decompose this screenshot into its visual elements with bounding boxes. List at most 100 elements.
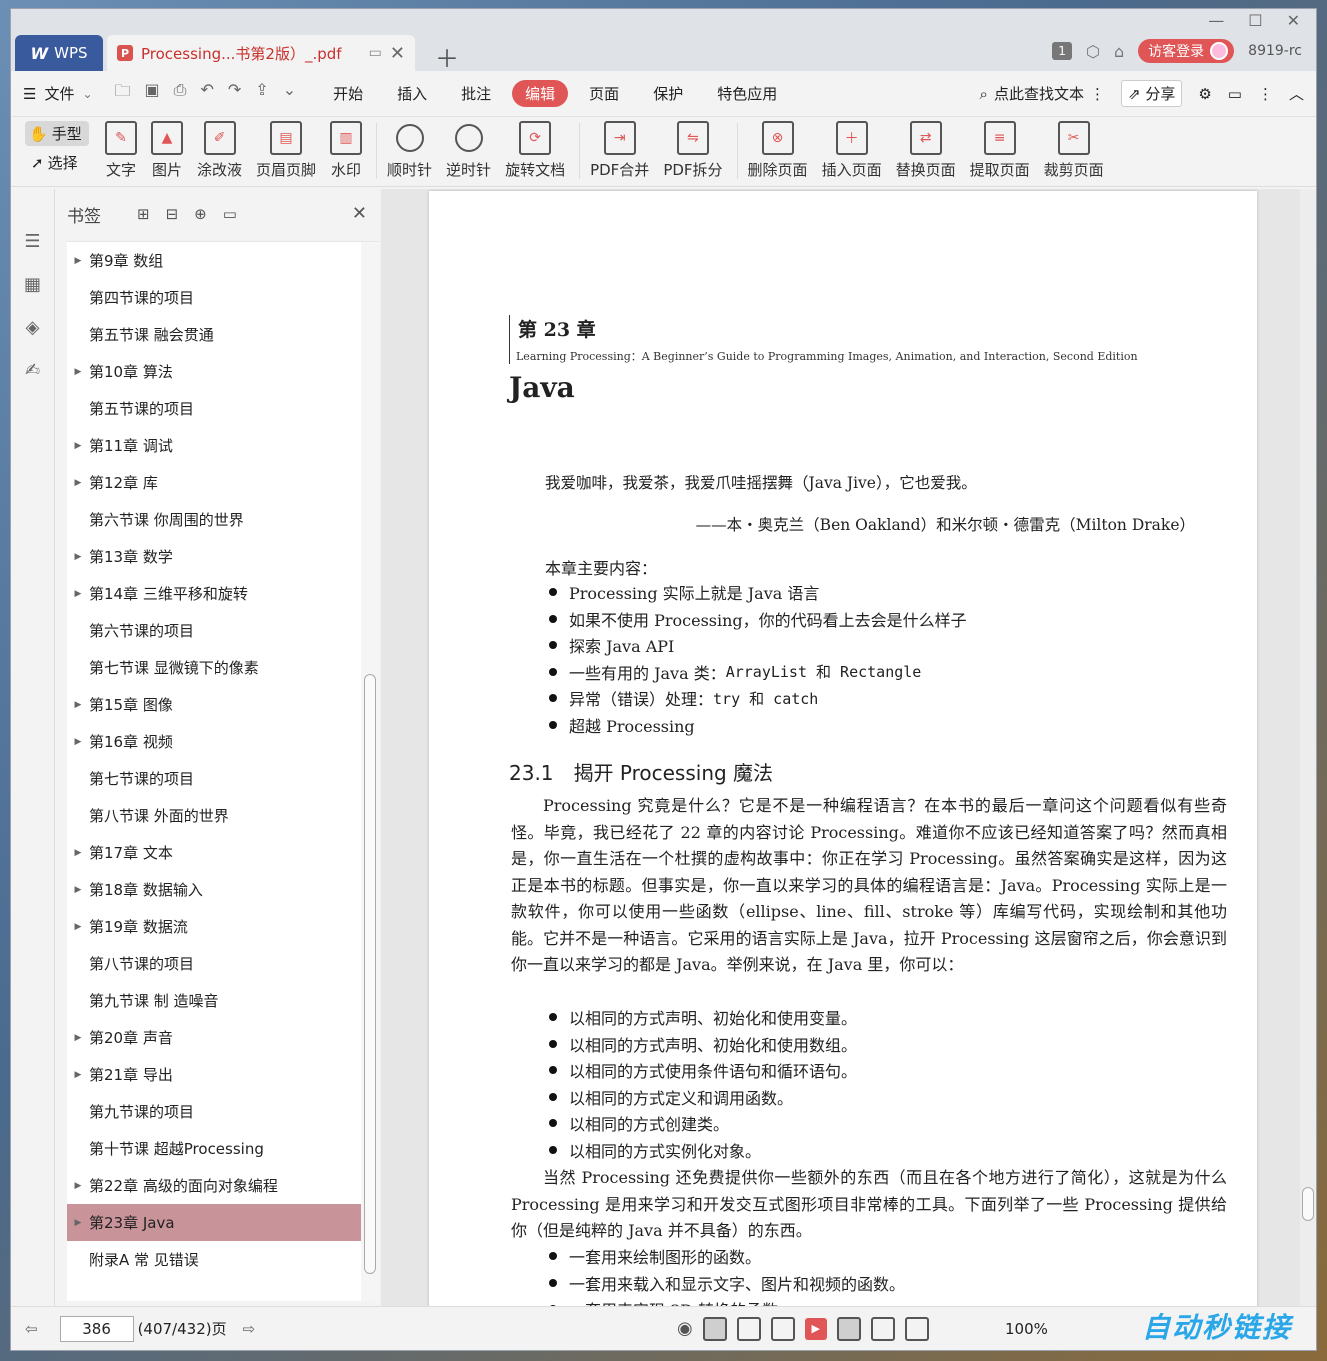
document-scrollbar[interactable]: [1300, 189, 1316, 1306]
play-icon[interactable]: ▶: [804, 1317, 827, 1340]
bookmark-item[interactable]: 第八节课的项目: [67, 945, 361, 982]
tab-edit[interactable]: 编辑: [512, 80, 569, 107]
select-tool-button[interactable]: ➚ 选择: [25, 152, 105, 173]
open-folder-icon[interactable]: 🗀: [115, 80, 131, 107]
pdf-merge-button[interactable]: ⇥ PDF合并: [590, 121, 649, 180]
bookmark-item[interactable]: ▶ 第16章 视频: [67, 723, 361, 760]
bookmark-item[interactable]: 第七节课 显微镜下的像素: [67, 649, 361, 686]
document-scrollbar-thumb[interactable]: [1302, 1187, 1314, 1221]
expand-caret-icon[interactable]: ▶: [67, 737, 89, 747]
bookmark-item[interactable]: 第八节课 外面的世界: [67, 797, 361, 834]
expand-caret-icon[interactable]: ▶: [67, 441, 89, 451]
more-dropdown-icon[interactable]: ⌄: [283, 80, 296, 107]
bookmark-item[interactable]: ▶ 第9章 数组: [67, 242, 361, 279]
bookmark-list-icon[interactable]: ☰: [24, 231, 40, 252]
window-count-badge[interactable]: 1: [1052, 42, 1073, 60]
close-tab-icon[interactable]: ✕: [390, 43, 405, 64]
new-tab-button[interactable]: ＋: [435, 39, 459, 74]
expand-caret-icon[interactable]: ▶: [67, 700, 89, 710]
bookmark-scrollbar[interactable]: [361, 242, 379, 1301]
tab-protect[interactable]: 保护: [640, 80, 696, 107]
replace-page-button[interactable]: ⇄ 替换页面: [896, 121, 956, 180]
save-icon[interactable]: ▣: [145, 80, 160, 107]
bookmark-item[interactable]: ▶ 第11章 调试: [67, 427, 361, 464]
thumbnail-icon[interactable]: ▦: [24, 274, 41, 295]
eye-protection-icon[interactable]: ◉: [677, 1318, 693, 1339]
guest-login-button[interactable]: 访客登录: [1138, 39, 1235, 63]
export-icon[interactable]: ⇪: [255, 80, 268, 107]
tab-annotate[interactable]: 批注: [448, 80, 504, 107]
bookmark-item[interactable]: ▶ 第20章 声音: [67, 1019, 361, 1056]
comment-icon[interactable]: ▭: [1228, 85, 1242, 103]
find-text-button[interactable]: ⌕ 点此查找文本 ⋮: [980, 83, 1105, 104]
redo-icon[interactable]: ↷: [228, 80, 241, 107]
crop-page-button[interactable]: ✂ 裁剪页面: [1044, 121, 1104, 180]
bookmark-item[interactable]: ▶ 第18章 数据输入: [67, 871, 361, 908]
continuous-view-icon[interactable]: [702, 1316, 727, 1341]
bookmark-item[interactable]: ▶ 第23章 Java: [67, 1204, 361, 1241]
bookmark-item[interactable]: ▶ 第15章 图像: [67, 686, 361, 723]
tab-features[interactable]: 特色应用: [704, 80, 790, 107]
bookmark-item[interactable]: ▶ 第12章 库: [67, 464, 361, 501]
undo-icon[interactable]: ↶: [200, 80, 213, 107]
expand-caret-icon[interactable]: ▶: [67, 1181, 89, 1191]
bookmark-item[interactable]: ▶ 第14章 三维平移和旋转: [67, 575, 361, 612]
rotate-clockwise-button[interactable]: 顺时针: [387, 121, 432, 180]
collapse-all-icon[interactable]: ⊟: [166, 205, 179, 223]
prev-page-icon[interactable]: ⇦: [25, 1320, 38, 1338]
more-vertical-icon[interactable]: ⋮: [1090, 85, 1105, 103]
rotate-counterclockwise-button[interactable]: 逆时针: [446, 121, 491, 180]
expand-caret-icon[interactable]: ▶: [67, 367, 89, 377]
print-icon[interactable]: ⎙: [174, 80, 187, 107]
bookmark-scrollbar-thumb[interactable]: [364, 674, 376, 1274]
extract-page-button[interactable]: ≡ 提取页面: [970, 121, 1030, 180]
delete-page-button[interactable]: ⊗ 删除页面: [748, 121, 808, 180]
attachment-icon[interactable]: ◈: [26, 317, 40, 338]
file-menu[interactable]: ☰ 文件 ⌄: [23, 83, 93, 104]
fit-page-icon[interactable]: [870, 1316, 895, 1341]
single-page-view-icon[interactable]: [736, 1316, 761, 1341]
bookmark-item[interactable]: ▶ 第10章 算法: [67, 353, 361, 390]
tab-start[interactable]: 开始: [320, 80, 376, 107]
bookmark-item[interactable]: ▶ 第19章 数据流: [67, 908, 361, 945]
tab-page[interactable]: 页面: [576, 80, 632, 107]
bookmark-item[interactable]: 第九节课 制 造噪音: [67, 982, 361, 1019]
two-page-view-icon[interactable]: [770, 1316, 795, 1341]
expand-caret-icon[interactable]: ▶: [67, 922, 89, 932]
bookmark-item[interactable]: 第四节课的项目: [67, 279, 361, 316]
expand-caret-icon[interactable]: ▶: [67, 589, 89, 599]
document-tab[interactable]: P Processing...书第2版）_.pdf ▭ ✕: [107, 35, 415, 71]
bookmark-item[interactable]: ▶ 第22章 高级的面向对象编程: [67, 1167, 361, 1204]
bookmark-item[interactable]: 第六节课的项目: [67, 612, 361, 649]
bookmark-item[interactable]: 第五节课的项目: [67, 390, 361, 427]
minimize-icon[interactable]: —: [1208, 11, 1224, 30]
collapse-ribbon-icon[interactable]: ︿: [1289, 83, 1304, 104]
signature-icon[interactable]: ✍: [25, 360, 40, 381]
fit-width-icon[interactable]: [904, 1316, 929, 1341]
next-page-icon[interactable]: ⇨: [243, 1320, 256, 1338]
page-number-input[interactable]: 386: [59, 1315, 134, 1342]
bookmark-options-icon[interactable]: ▭: [223, 205, 237, 223]
expand-all-icon[interactable]: ⊞: [137, 205, 150, 223]
settings-gear-icon[interactable]: ⚙: [1198, 85, 1211, 103]
zoom-level[interactable]: 100%: [1005, 1320, 1048, 1338]
pdf-split-button[interactable]: ⇋ PDF拆分: [663, 121, 723, 180]
close-window-icon[interactable]: ✕: [1287, 11, 1300, 30]
bookmark-item[interactable]: 第十节课 超越Processing: [67, 1130, 361, 1167]
close-panel-icon[interactable]: ✕: [352, 203, 367, 224]
expand-caret-icon[interactable]: ▶: [67, 256, 89, 266]
watermark-button[interactable]: ▥ 水印: [330, 121, 363, 180]
expand-caret-icon[interactable]: ▶: [67, 552, 89, 562]
wps-home-tab[interactable]: W WPS: [15, 35, 103, 71]
image-tool-button[interactable]: ▲ 图片: [151, 121, 183, 180]
expand-caret-icon[interactable]: ▶: [67, 478, 89, 488]
add-bookmark-icon[interactable]: ⊕: [194, 205, 207, 223]
bookmark-item[interactable]: ▶ 第17章 文本: [67, 834, 361, 871]
actual-size-icon[interactable]: [836, 1316, 861, 1341]
insert-page-button[interactable]: ＋ 插入页面: [822, 121, 882, 180]
expand-caret-icon[interactable]: ▶: [67, 848, 89, 858]
skin-icon[interactable]: ⬡: [1086, 42, 1100, 61]
hand-tool-button[interactable]: ✋ 手型: [25, 121, 89, 146]
bookmark-item[interactable]: 第六节课 你周围的世界: [67, 501, 361, 538]
header-footer-button[interactable]: ▤ 页眉页脚: [256, 121, 316, 180]
